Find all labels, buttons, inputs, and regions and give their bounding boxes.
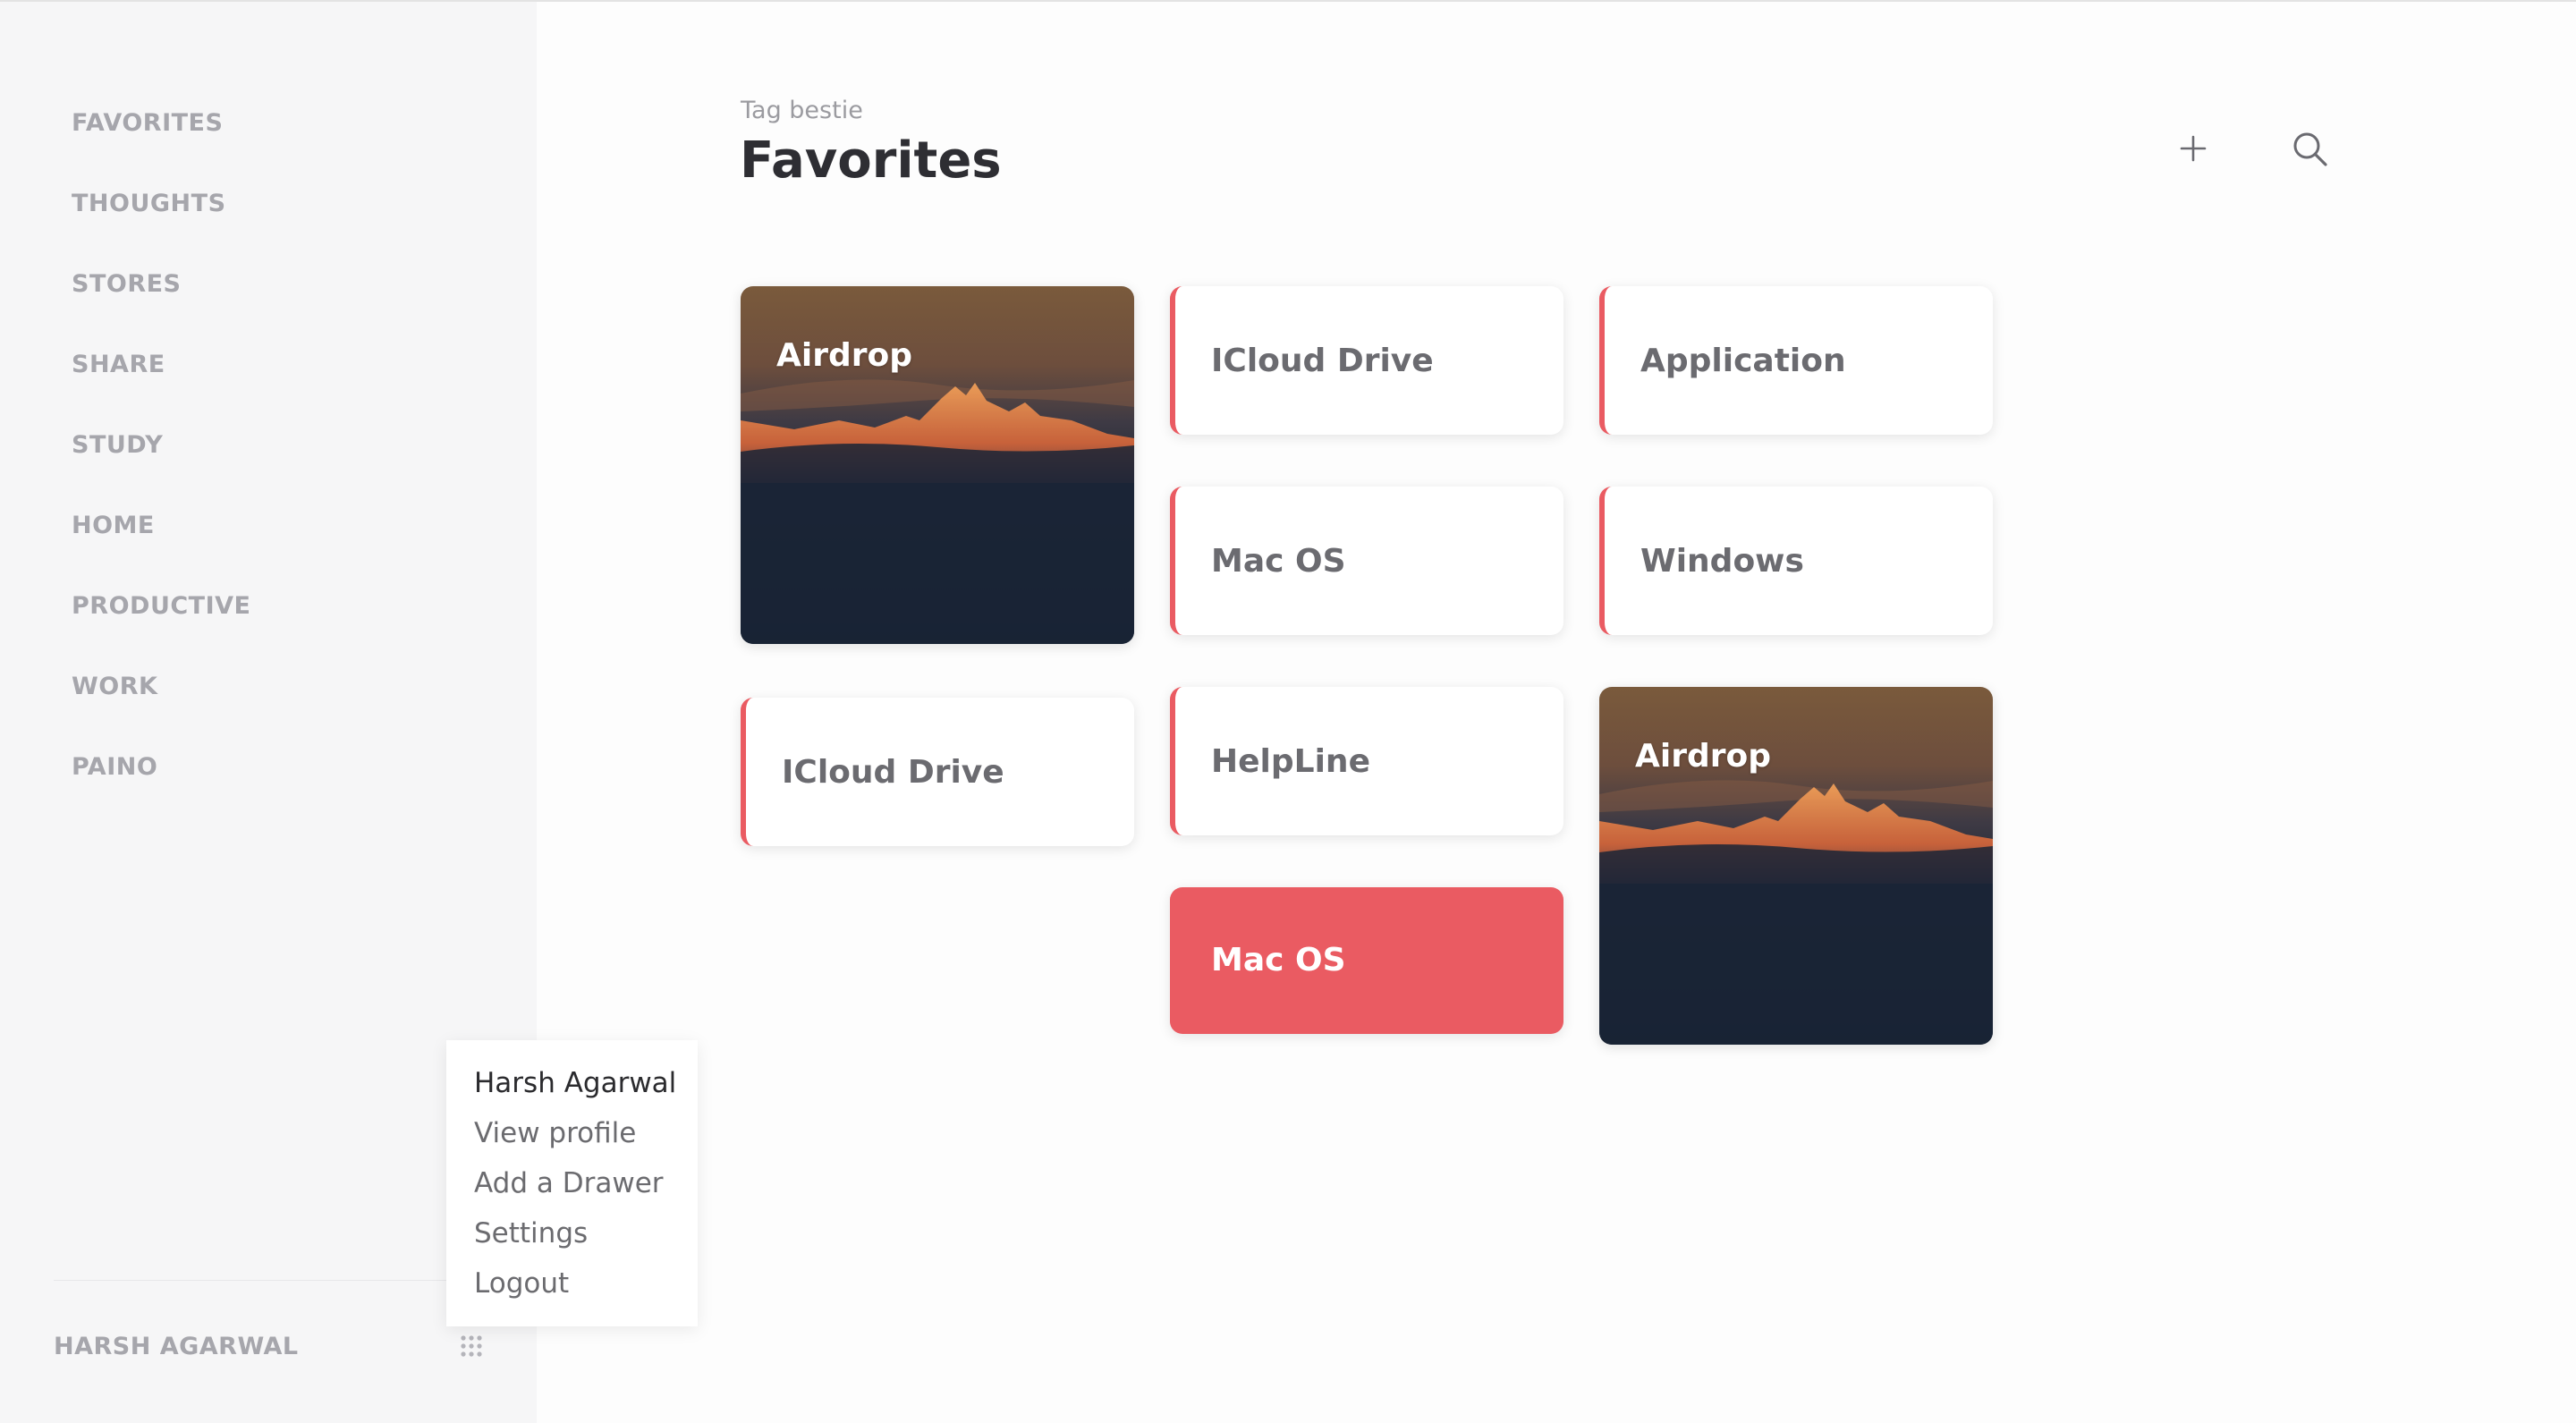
sidebar-divider xyxy=(54,1280,456,1281)
card-helpline[interactable]: HelpLine xyxy=(1170,687,1563,835)
sidebar-item-favorites[interactable]: FAVORITES xyxy=(72,107,251,188)
card-airdrop-image-2[interactable]: Airdrop xyxy=(1599,687,1993,1045)
sidebar-item-home[interactable]: HOME xyxy=(72,510,251,590)
card-label: ICloud Drive xyxy=(782,754,1004,791)
card-application[interactable]: Application xyxy=(1599,286,1993,435)
card-airdrop-image[interactable]: Airdrop xyxy=(741,286,1134,644)
sidebar-item-study[interactable]: STUDY xyxy=(72,429,251,510)
sidebar-nav: FAVORITES THOUGHTS STORES SHARE STUDY HO… xyxy=(72,107,251,832)
card-mac-os[interactable]: Mac OS xyxy=(1170,487,1563,635)
card-mac-os-selected[interactable]: Mac OS xyxy=(1170,887,1563,1034)
card-icloud-drive-2[interactable]: ICloud Drive xyxy=(741,698,1134,846)
card-label: Mac OS xyxy=(1211,942,1346,978)
sidebar-item-thoughts[interactable]: THOUGHTS xyxy=(72,188,251,268)
view-profile-item[interactable]: View profile xyxy=(474,1108,698,1158)
add-drawer-item[interactable]: Add a Drawer xyxy=(474,1158,698,1208)
card-windows[interactable]: Windows xyxy=(1599,487,1993,635)
plus-icon[interactable] xyxy=(2175,131,2211,166)
card-label: Windows xyxy=(1640,543,1804,580)
sidebar-item-productive[interactable]: PRODUCTIVE xyxy=(72,590,251,671)
card-label: HelpLine xyxy=(1211,743,1370,780)
logout-item[interactable]: Logout xyxy=(474,1258,698,1309)
page-subtitle: Tag bestie xyxy=(741,97,863,124)
card-label: Airdrop xyxy=(776,337,912,374)
sidebar-item-work[interactable]: WORK xyxy=(72,671,251,751)
card-label: Application xyxy=(1640,343,1846,379)
card-label: ICloud Drive xyxy=(1211,343,1434,379)
card-label: Mac OS xyxy=(1211,543,1346,580)
sidebar-user-name[interactable]: HARSH AGARWAL xyxy=(54,1331,299,1363)
sidebar-item-stores[interactable]: STORES xyxy=(72,268,251,349)
search-icon[interactable] xyxy=(2290,129,2331,170)
user-menu-name: Harsh Agarwal xyxy=(474,1067,677,1099)
sidebar-item-paino[interactable]: PAINO xyxy=(72,751,251,832)
card-icloud-drive[interactable]: ICloud Drive xyxy=(1170,286,1563,435)
settings-item[interactable]: Settings xyxy=(474,1208,698,1258)
sidebar-item-share[interactable]: SHARE xyxy=(72,349,251,429)
user-menu: Harsh Agarwal View profile Add a Drawer … xyxy=(446,1040,698,1326)
grid-dots-icon[interactable] xyxy=(458,1333,485,1359)
card-label: Airdrop xyxy=(1635,738,1771,775)
page-title: Favorites xyxy=(740,131,1002,190)
